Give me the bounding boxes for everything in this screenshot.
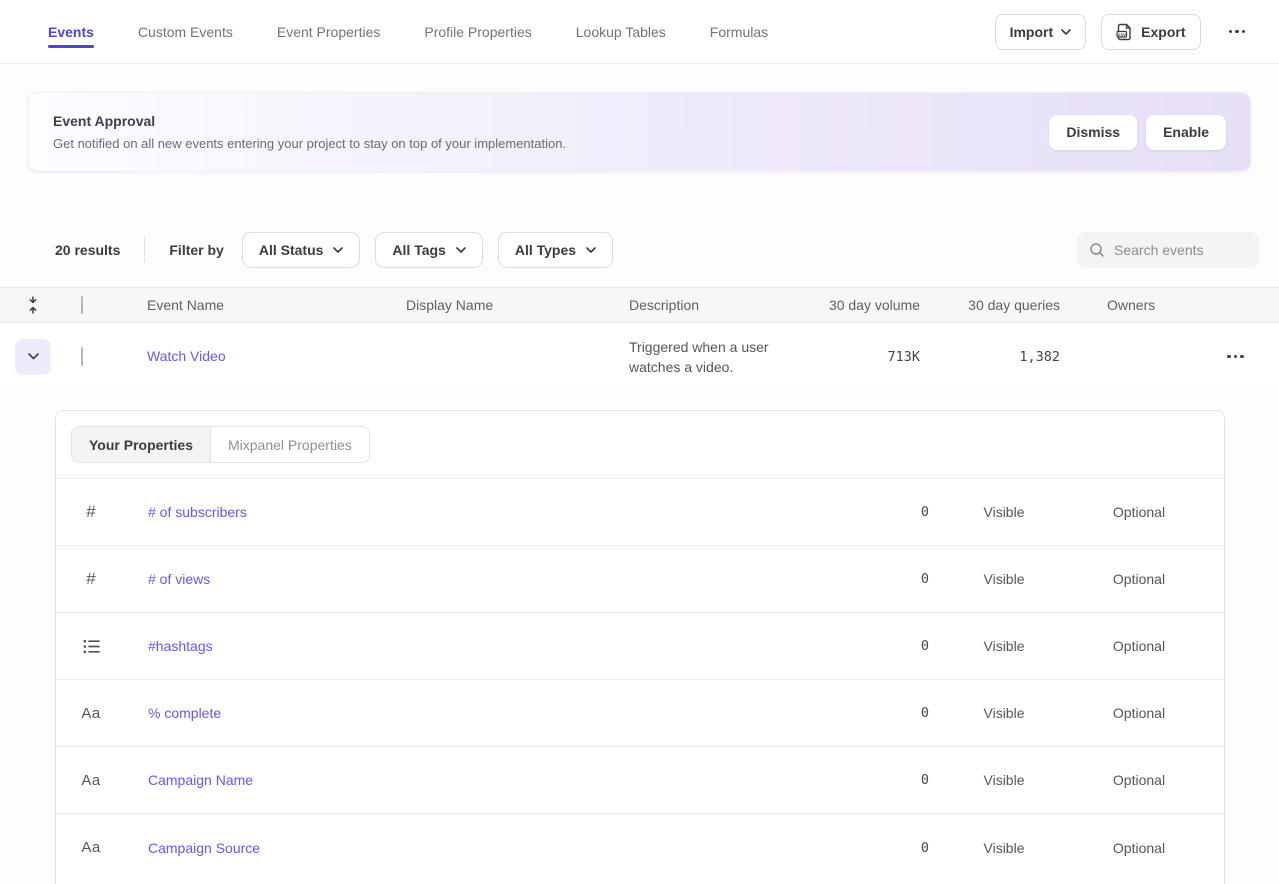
tab-mixpanel-properties[interactable]: Mixpanel Properties xyxy=(211,427,369,462)
select-all-checkbox[interactable] xyxy=(81,296,83,314)
col-display-name: Display Name xyxy=(406,297,629,313)
types-filter-label: All Types xyxy=(515,242,576,258)
csv-file-icon: csv xyxy=(1116,23,1133,41)
property-visibility: Visible xyxy=(929,840,1079,856)
property-value: 0 xyxy=(809,571,929,587)
results-count: 20 results xyxy=(55,242,120,258)
export-button[interactable]: csv Export xyxy=(1101,14,1200,50)
row-more-options-icon[interactable] xyxy=(1221,349,1250,365)
number-type-icon: # xyxy=(86,569,95,589)
import-button[interactable]: Import xyxy=(995,14,1087,50)
property-name-link[interactable]: % complete xyxy=(126,705,809,721)
top-navigation: Events Custom Events Event Properties Pr… xyxy=(0,0,1279,64)
tab-events[interactable]: Events xyxy=(48,0,94,63)
property-visibility: Visible xyxy=(929,772,1079,788)
tags-filter-dropdown[interactable]: All Tags xyxy=(375,232,482,268)
property-row: # # of views 0 Visible Optional xyxy=(56,546,1224,613)
col-owners: Owners xyxy=(1060,297,1185,313)
banner-description: Get notified on all new events entering … xyxy=(53,136,566,151)
volume-cell: 713K xyxy=(805,349,920,365)
properties-panel: Your Properties Mixpanel Properties # # … xyxy=(55,410,1225,884)
event-name-link[interactable]: Watch Video xyxy=(147,348,226,364)
property-name-link[interactable]: Campaign Source xyxy=(126,840,809,856)
property-name-link[interactable]: # of subscribers xyxy=(126,504,809,520)
col-event-name: Event Name xyxy=(126,297,406,313)
table-row: Watch Video Triggered when a user watche… xyxy=(0,323,1279,390)
queries-cell: 1,382 xyxy=(920,349,1060,365)
filter-by-label: Filter by xyxy=(169,242,223,258)
property-visibility: Visible xyxy=(929,705,1079,721)
import-button-label: Import xyxy=(1010,24,1054,40)
col-30-day-queries: 30 day queries xyxy=(920,297,1060,313)
collapse-all-icon[interactable] xyxy=(0,296,66,314)
more-options-icon[interactable] xyxy=(1223,24,1252,40)
number-type-icon: # xyxy=(86,502,95,522)
tab-custom-events[interactable]: Custom Events xyxy=(138,0,233,63)
svg-text:csv: csv xyxy=(1118,32,1127,37)
tab-formulas[interactable]: Formulas xyxy=(710,0,768,63)
property-row: Aa % complete 0 Visible Optional xyxy=(56,680,1224,747)
tags-filter-label: All Tags xyxy=(392,242,445,258)
property-value: 0 xyxy=(809,504,929,520)
property-requirement: Optional xyxy=(1079,840,1199,856)
event-approval-banner: Event Approval Get notified on all new e… xyxy=(28,92,1251,172)
property-row: # # of subscribers 0 Visible Optional xyxy=(56,479,1224,546)
property-requirement: Optional xyxy=(1079,772,1199,788)
search-box[interactable] xyxy=(1077,232,1259,268)
property-visibility: Visible xyxy=(929,504,1079,520)
text-type-icon: Aa xyxy=(81,772,100,789)
property-requirement: Optional xyxy=(1079,638,1199,654)
types-filter-dropdown[interactable]: All Types xyxy=(498,232,613,268)
text-type-icon: Aa xyxy=(81,705,100,722)
enable-button[interactable]: Enable xyxy=(1146,115,1226,150)
tab-lookup-tables[interactable]: Lookup Tables xyxy=(576,0,666,63)
property-name-link[interactable]: #hashtags xyxy=(126,638,809,654)
col-30-day-volume: 30 day volume xyxy=(805,297,920,313)
search-icon xyxy=(1089,242,1105,258)
dismiss-button[interactable]: Dismiss xyxy=(1049,115,1137,150)
chevron-down-icon xyxy=(456,247,466,253)
row-expand-button[interactable] xyxy=(15,339,51,375)
list-type-icon xyxy=(56,639,126,654)
description-line-2: watches a video. xyxy=(629,357,805,377)
chevron-down-icon xyxy=(333,247,343,253)
property-value: 0 xyxy=(809,772,929,788)
col-description: Description xyxy=(629,297,805,313)
row-checkbox[interactable] xyxy=(81,347,83,366)
divider xyxy=(144,237,145,263)
description-cell: Triggered when a user watches a video. xyxy=(629,337,805,377)
table-header-row: Event Name Display Name Description 30 d… xyxy=(0,287,1279,323)
property-value: 0 xyxy=(809,705,929,721)
description-line-1: Triggered when a user xyxy=(629,337,805,357)
property-name-link[interactable]: Campaign Name xyxy=(126,772,809,788)
property-requirement: Optional xyxy=(1079,571,1199,587)
property-requirement: Optional xyxy=(1079,504,1199,520)
status-filter-dropdown[interactable]: All Status xyxy=(242,232,361,268)
property-row: #hashtags 0 Visible Optional xyxy=(56,613,1224,680)
property-visibility: Visible xyxy=(929,638,1079,654)
tab-your-properties[interactable]: Your Properties xyxy=(72,427,211,462)
property-row: Aa Campaign Source 0 Visible Optional xyxy=(56,814,1224,881)
banner-title: Event Approval xyxy=(53,113,566,129)
chevron-down-icon xyxy=(586,247,596,253)
property-value: 0 xyxy=(809,840,929,856)
export-button-label: Export xyxy=(1141,24,1185,40)
search-input[interactable] xyxy=(1114,242,1247,258)
status-filter-label: All Status xyxy=(259,242,324,258)
chevron-down-icon xyxy=(1061,29,1071,35)
chevron-down-icon xyxy=(28,353,39,360)
tab-event-properties[interactable]: Event Properties xyxy=(277,0,381,63)
property-value: 0 xyxy=(809,638,929,654)
property-row: Aa Campaign Name 0 Visible Optional xyxy=(56,747,1224,814)
filter-bar: 20 results Filter by All Status All Tags… xyxy=(0,232,1279,268)
properties-tab-group: Your Properties Mixpanel Properties xyxy=(71,426,370,463)
nav-tabs: Events Custom Events Event Properties Pr… xyxy=(48,0,768,63)
property-requirement: Optional xyxy=(1079,705,1199,721)
tab-profile-properties[interactable]: Profile Properties xyxy=(424,0,531,63)
property-visibility: Visible xyxy=(929,571,1079,587)
text-type-icon: Aa xyxy=(81,839,100,856)
property-name-link[interactable]: # of views xyxy=(126,571,809,587)
